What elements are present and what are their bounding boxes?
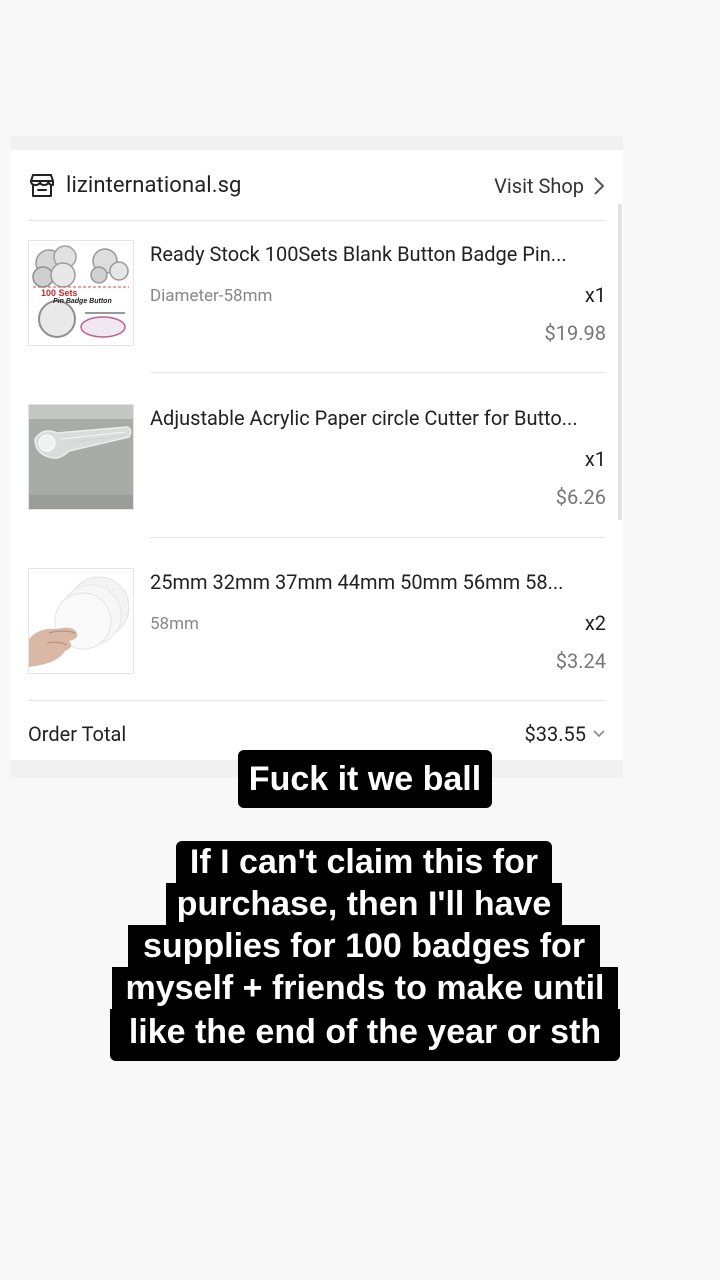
list-item[interactable]: 25mm 32mm 37mm 44mm 50mm 56mm 58... 58mm… bbox=[28, 568, 606, 698]
product-price: $3.24 bbox=[555, 649, 606, 673]
list-item[interactable]: 100 Sets Pin Badge Button Ready Stock 10… bbox=[28, 240, 606, 370]
product-quantity: x1 bbox=[584, 447, 606, 471]
caption-line: If I can't claim this for bbox=[176, 841, 552, 883]
caption-text: Fuck it we ball bbox=[238, 750, 492, 808]
divider bbox=[150, 537, 606, 538]
product-title[interactable]: Ready Stock 100Sets Blank Button Badge P… bbox=[150, 240, 606, 268]
circle-cutter-image bbox=[29, 405, 133, 509]
order-total-row[interactable]: Order Total $33.55 bbox=[28, 718, 606, 750]
divider bbox=[28, 220, 606, 221]
order-total-label: Order Total bbox=[28, 722, 127, 746]
product-price: $6.26 bbox=[555, 485, 606, 509]
list-item[interactable]: Adjustable Acrylic Paper circle Cutter f… bbox=[28, 404, 606, 534]
product-title[interactable]: Adjustable Acrylic Paper circle Cutter f… bbox=[150, 404, 606, 432]
caption-line: myself + friends to make until bbox=[112, 967, 618, 1009]
divider bbox=[28, 700, 606, 701]
caption-line: purchase, then I'll have bbox=[166, 883, 562, 925]
shop-icon bbox=[30, 174, 54, 197]
paper-circles-image bbox=[29, 569, 133, 673]
thumbnail-caption-2: Pin Badge Button bbox=[53, 298, 112, 305]
chevron-right-icon bbox=[594, 177, 605, 195]
product-thumbnail[interactable]: 100 Sets Pin Badge Button bbox=[28, 240, 134, 346]
product-quantity: x1 bbox=[584, 283, 606, 307]
shop-header: lizinternational.sg Visit Shop bbox=[28, 168, 606, 208]
order-total-value[interactable]: $33.55 bbox=[525, 720, 606, 748]
thumbnail-caption-1: 100 Sets bbox=[41, 288, 78, 298]
product-thumbnail[interactable] bbox=[28, 568, 134, 674]
shop-name[interactable]: lizinternational.sg bbox=[66, 172, 242, 200]
product-quantity: x2 bbox=[584, 611, 606, 635]
order-total-amount: $33.55 bbox=[524, 722, 586, 746]
product-variant: Diameter-58mm bbox=[150, 286, 273, 306]
caption-line: like the end of the year or sth bbox=[110, 1009, 620, 1061]
product-title[interactable]: 25mm 32mm 37mm 44mm 50mm 56mm 58... bbox=[150, 568, 606, 596]
visit-shop-label: Visit Shop bbox=[494, 174, 584, 198]
product-thumbnail[interactable] bbox=[28, 404, 134, 510]
divider bbox=[150, 372, 606, 373]
chevron-down-icon bbox=[593, 730, 605, 738]
product-variant: 58mm bbox=[150, 614, 199, 634]
scrollbar[interactable] bbox=[618, 204, 622, 520]
product-price: $19.98 bbox=[544, 321, 606, 345]
caption-line: supplies for 100 badges for bbox=[128, 925, 600, 967]
visit-shop-button[interactable]: Visit Shop bbox=[494, 172, 606, 200]
